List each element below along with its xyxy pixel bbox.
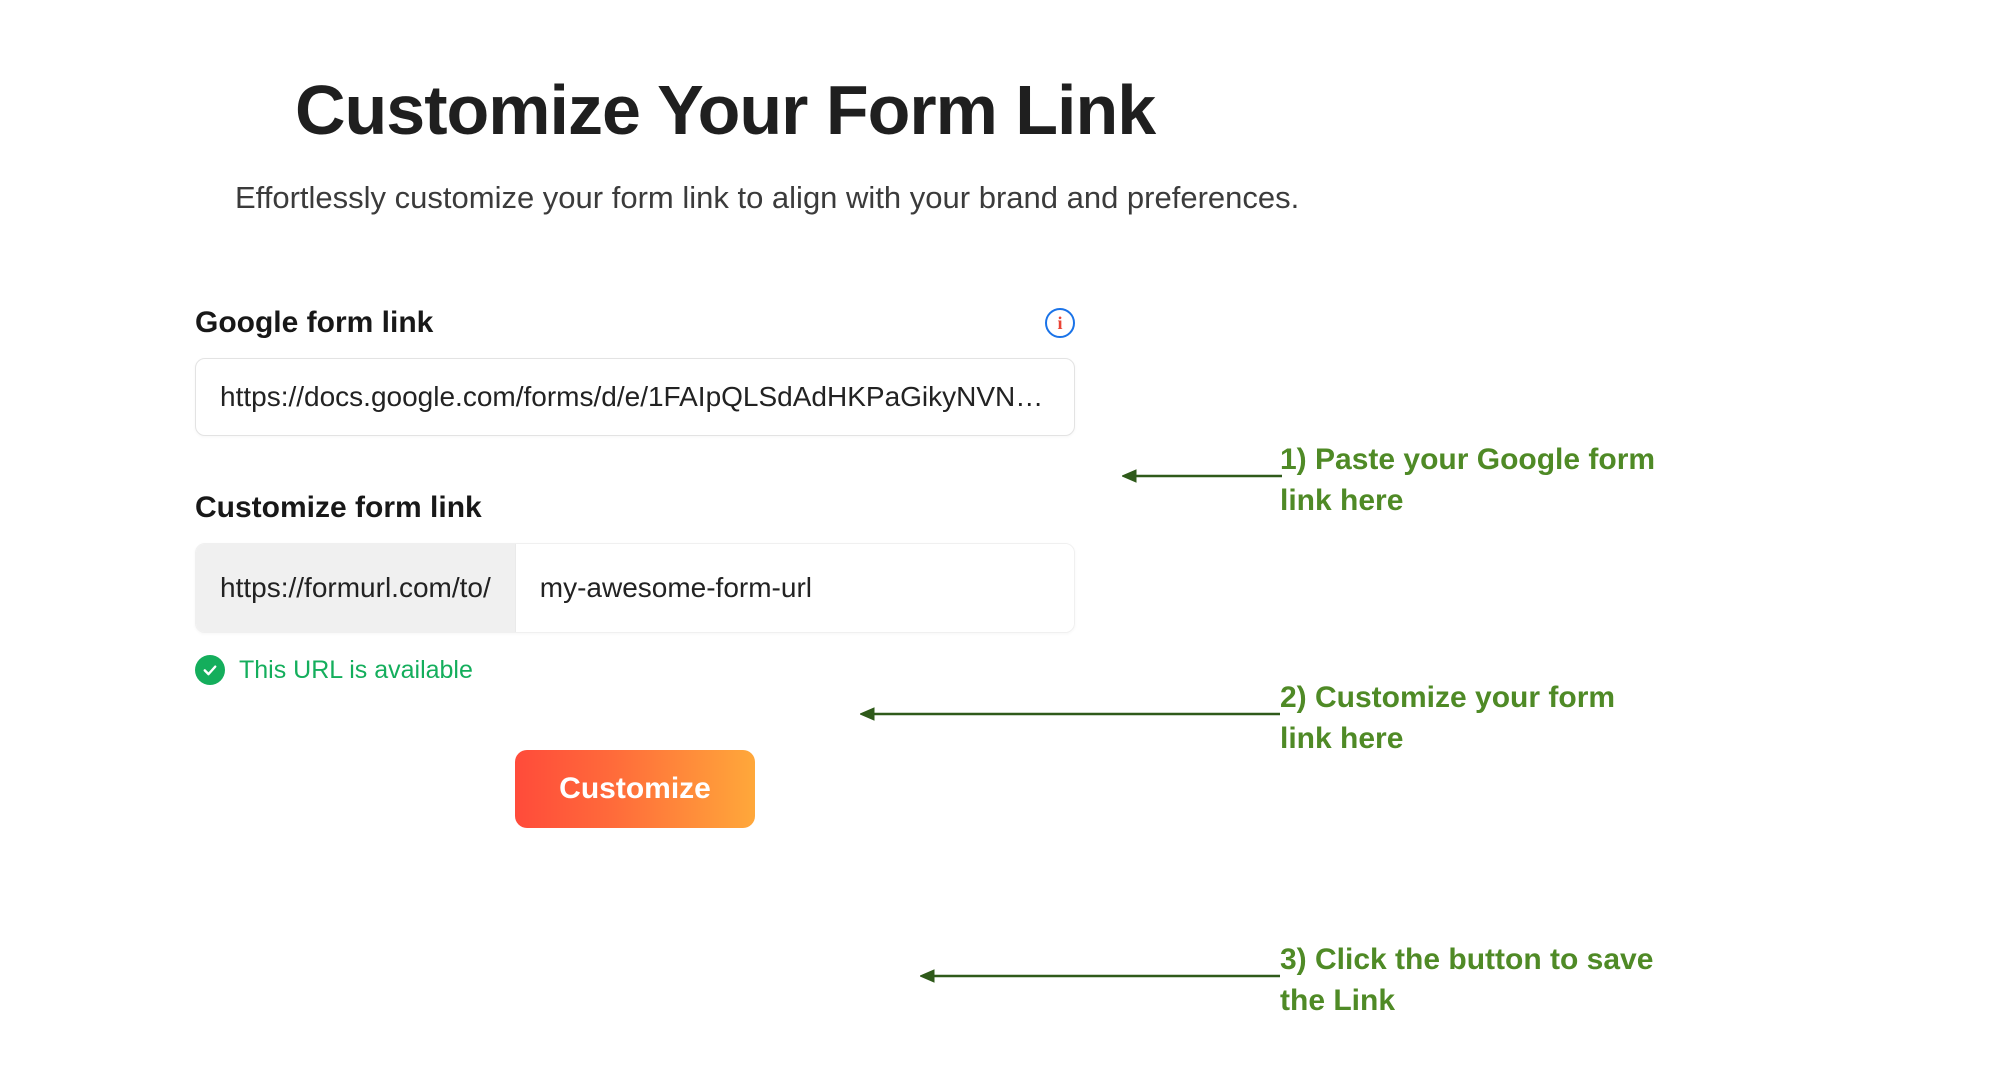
custom-link-label-row: Customize form link	[195, 491, 1075, 525]
info-icon[interactable]: i	[1045, 308, 1075, 338]
google-link-label-row: Google form link i	[195, 306, 1075, 340]
info-icon-glyph: i	[1057, 313, 1062, 334]
arrow-step-1	[1122, 468, 1282, 484]
check-icon-svg	[201, 661, 219, 679]
custom-link-input[interactable]	[516, 544, 1074, 632]
customize-button[interactable]: Customize	[515, 750, 755, 828]
custom-link-row: https://formurl.com/to/	[195, 543, 1075, 633]
arrow-step-3	[920, 968, 1280, 984]
page-title: Customize Your Form Link	[295, 70, 1395, 150]
annotation-step-1: 1) Paste your Google form link here	[1280, 440, 1660, 521]
url-status-text: This URL is available	[239, 656, 473, 685]
custom-link-field-block: Customize form link https://formurl.com/…	[195, 491, 1395, 685]
button-row: Customize	[195, 750, 1075, 828]
annotation-step-3: 3) Click the button to save the Link	[1280, 940, 1660, 1021]
check-icon	[195, 655, 225, 685]
page-subtitle: Effortlessly customize your form link to…	[235, 180, 1395, 216]
google-link-label: Google form link	[195, 306, 433, 340]
arrow-step-2	[860, 706, 1280, 722]
google-form-link-input[interactable]	[195, 358, 1075, 436]
google-link-field-block: Google form link i	[195, 306, 1395, 436]
url-status-row: This URL is available	[195, 655, 1395, 685]
annotation-step-2: 2) Customize your form link here	[1280, 678, 1660, 759]
custom-link-label: Customize form link	[195, 491, 482, 525]
custom-link-prefix: https://formurl.com/to/	[196, 544, 516, 632]
